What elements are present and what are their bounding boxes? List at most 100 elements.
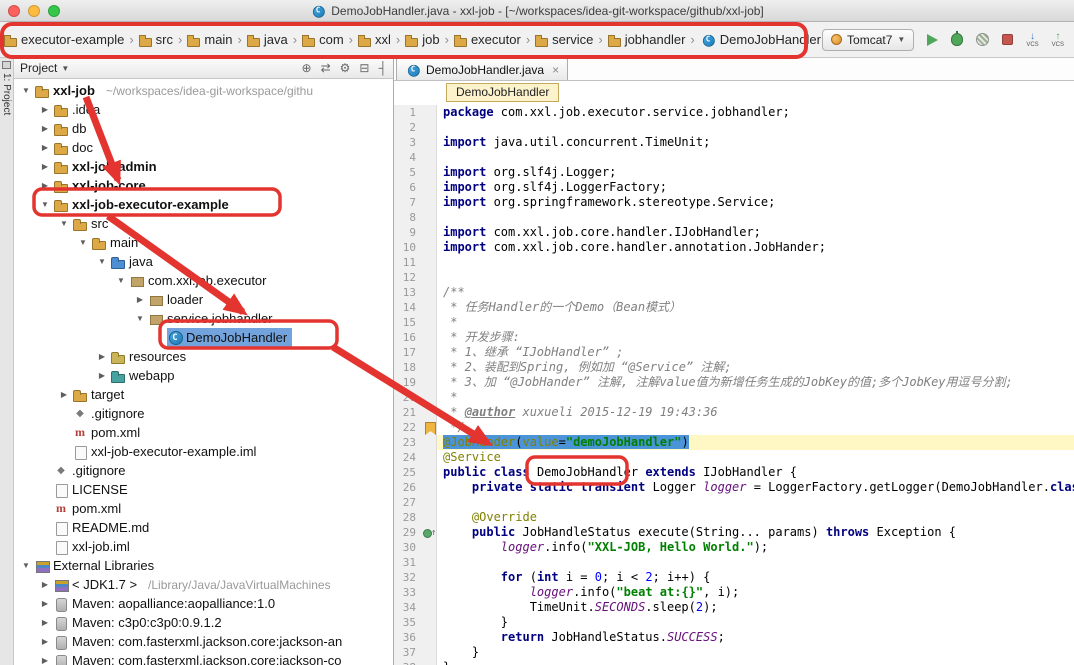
tree-item-xxl-job[interactable]: ▼xxl-job~/workspaces/idea-git-workspace/… bbox=[14, 81, 393, 100]
code-line-32[interactable]: 32 for (int i = 0; i < 2; i++) { bbox=[394, 570, 1074, 585]
tree-item-java[interactable]: ▼java bbox=[14, 252, 393, 271]
tree-toggle-icon[interactable]: ▼ bbox=[132, 314, 148, 323]
code-line-35[interactable]: 35 } bbox=[394, 615, 1074, 630]
tree-toggle-icon[interactable]: ▼ bbox=[113, 276, 129, 285]
vcs-commit-button[interactable]: ↑ VCS bbox=[1052, 32, 1064, 48]
editor-tab-demojobhandler[interactable]: DemoJobHandler.java × bbox=[396, 58, 568, 80]
code-line-24[interactable]: 24@Service bbox=[394, 450, 1074, 465]
line-number[interactable]: 17 bbox=[394, 345, 422, 360]
code-line-4[interactable]: 4 bbox=[394, 150, 1074, 165]
tree-toggle-icon[interactable]: ▶ bbox=[37, 637, 53, 646]
run-configuration-select[interactable]: Tomcat7 ▼ bbox=[822, 29, 914, 51]
stop-button[interactable] bbox=[1002, 31, 1013, 49]
tree-item-pom.xml[interactable]: pom.xml bbox=[14, 423, 393, 442]
tree-item-loader[interactable]: ▶loader bbox=[14, 290, 393, 309]
code-line-1[interactable]: 1package com.xxl.job.executor.service.jo… bbox=[394, 105, 1074, 120]
code-line-25[interactable]: 25public class DemoJobHandler extends IJ… bbox=[394, 465, 1074, 480]
code-line-26[interactable]: 26 private static transient Logger logge… bbox=[394, 480, 1074, 495]
code-line-13[interactable]: 13/** bbox=[394, 285, 1074, 300]
line-number[interactable]: 4 bbox=[394, 150, 422, 165]
code-line-3[interactable]: 3import java.util.concurrent.TimeUnit; bbox=[394, 135, 1074, 150]
collapse-all-icon[interactable]: ⊟ bbox=[359, 61, 369, 75]
project-panel-title[interactable]: Project bbox=[20, 61, 57, 75]
code-line-38[interactable]: 38} bbox=[394, 660, 1074, 665]
tree-toggle-icon[interactable]: ▶ bbox=[94, 371, 110, 380]
line-number[interactable]: 7 bbox=[394, 195, 422, 210]
vcs-update-button[interactable]: ↓ VCS bbox=[1026, 32, 1038, 48]
tree-item-jdk1.7[interactable]: ▶< JDK1.7 >/Library/Java/JavaVirtualMach… bbox=[14, 575, 393, 594]
line-number[interactable]: 6 bbox=[394, 180, 422, 195]
line-number[interactable]: 19 bbox=[394, 375, 422, 390]
code-line-18[interactable]: 18 * 2、装配到Spring, 例如加 “@Service” 注解; bbox=[394, 360, 1074, 375]
tree-item-.idea[interactable]: ▶.idea bbox=[14, 100, 393, 119]
tree-item-xxl-job-admin[interactable]: ▶xxl-job-admin bbox=[14, 157, 393, 176]
debug-button[interactable] bbox=[951, 31, 963, 49]
line-number[interactable]: 23 bbox=[394, 435, 422, 450]
chevron-down-icon[interactable]: ▼ bbox=[61, 64, 69, 73]
line-number[interactable]: 29 bbox=[394, 525, 422, 540]
tree-toggle-icon[interactable]: ▶ bbox=[37, 599, 53, 608]
scroll-to-source-icon[interactable]: ⇄ bbox=[321, 61, 331, 75]
code-line-5[interactable]: 5import org.slf4j.Logger; bbox=[394, 165, 1074, 180]
run-with-coverage-button[interactable] bbox=[976, 31, 989, 49]
tree-toggle-icon[interactable]: ▼ bbox=[56, 219, 72, 228]
line-number[interactable]: 21 bbox=[394, 405, 422, 420]
tree-toggle-icon[interactable]: ▼ bbox=[18, 561, 34, 570]
code-line-2[interactable]: 2 bbox=[394, 120, 1074, 135]
run-button[interactable] bbox=[927, 31, 938, 49]
line-number[interactable]: 5 bbox=[394, 165, 422, 180]
minimize-window-button[interactable] bbox=[28, 5, 40, 17]
tree-item-readme.md[interactable]: README.md bbox=[14, 518, 393, 537]
code-line-37[interactable]: 37 } bbox=[394, 645, 1074, 660]
close-window-button[interactable] bbox=[8, 5, 20, 17]
line-number[interactable]: 18 bbox=[394, 360, 422, 375]
tree-toggle-icon[interactable]: ▶ bbox=[37, 162, 53, 171]
code-line-10[interactable]: 10import com.xxl.job.core.handler.annota… bbox=[394, 240, 1074, 255]
tree-item-xxl-job-core[interactable]: ▶xxl-job-core bbox=[14, 176, 393, 195]
breadcrumb-item-demojobhandler[interactable]: DemoJobHandler bbox=[699, 30, 822, 50]
tree-item-com.xxl.job.executor[interactable]: ▼com.xxl.job.executor bbox=[14, 271, 393, 290]
line-number[interactable]: 8 bbox=[394, 210, 422, 225]
line-number[interactable]: 24 bbox=[394, 450, 422, 465]
tree-toggle-icon[interactable]: ▶ bbox=[56, 390, 72, 399]
line-number[interactable]: 14 bbox=[394, 300, 422, 315]
tree-item-external-libraries[interactable]: ▼External Libraries bbox=[14, 556, 393, 575]
tree-toggle-icon[interactable]: ▶ bbox=[37, 618, 53, 627]
locate-file-icon[interactable]: ⊕ bbox=[302, 61, 312, 75]
breadcrumb-item-jobhandler[interactable]: jobhandler bbox=[607, 30, 687, 49]
breadcrumb-item-executor[interactable]: executor bbox=[453, 30, 522, 49]
breadcrumb-item-java[interactable]: java bbox=[246, 30, 289, 49]
line-number[interactable]: 15 bbox=[394, 315, 422, 330]
line-number[interactable]: 10 bbox=[394, 240, 422, 255]
tree-item-main[interactable]: ▼main bbox=[14, 233, 393, 252]
line-number[interactable]: 26 bbox=[394, 480, 422, 495]
code-line-34[interactable]: 34 TimeUnit.SECONDS.sleep(2); bbox=[394, 600, 1074, 615]
editor-breadcrumb-chip[interactable]: DemoJobHandler bbox=[446, 83, 559, 102]
breadcrumb-item-xxl[interactable]: xxl bbox=[357, 30, 392, 49]
tree-toggle-icon[interactable]: ▼ bbox=[75, 238, 91, 247]
breadcrumb-item-job[interactable]: job bbox=[404, 30, 440, 49]
tree-item-xxl-job-executor-example[interactable]: ▼xxl-job-executor-example bbox=[14, 195, 393, 214]
bookmark-gutter-icon[interactable] bbox=[422, 420, 437, 435]
zoom-window-button[interactable] bbox=[48, 5, 60, 17]
code-line-31[interactable]: 31 bbox=[394, 555, 1074, 570]
line-number[interactable]: 28 bbox=[394, 510, 422, 525]
tree-toggle-icon[interactable]: ▶ bbox=[132, 295, 148, 304]
tool-window-button-project[interactable]: 1: Project bbox=[1, 73, 12, 115]
tree-toggle-icon[interactable]: ▶ bbox=[37, 105, 53, 114]
tree-item-doc[interactable]: ▶doc bbox=[14, 138, 393, 157]
tree-toggle-icon[interactable]: ▼ bbox=[94, 257, 110, 266]
breadcrumb-item-main[interactable]: main bbox=[186, 30, 233, 49]
code-line-9[interactable]: 9import com.xxl.job.core.handler.IJobHan… bbox=[394, 225, 1074, 240]
tree-item-maven-aopalliance-aopalliance-1.0[interactable]: ▶Maven: aopalliance:aopalliance:1.0 bbox=[14, 594, 393, 613]
tree-item-maven-c3p0-c3p0-0.9.1.2[interactable]: ▶Maven: c3p0:c3p0:0.9.1.2 bbox=[14, 613, 393, 632]
line-number[interactable]: 37 bbox=[394, 645, 422, 660]
tree-item-license[interactable]: LICENSE bbox=[14, 480, 393, 499]
tree-toggle-icon[interactable]: ▶ bbox=[94, 352, 110, 361]
code-line-7[interactable]: 7import org.springframework.stereotype.S… bbox=[394, 195, 1074, 210]
line-number[interactable]: 33 bbox=[394, 585, 422, 600]
tree-item-resources[interactable]: ▶resources bbox=[14, 347, 393, 366]
line-number[interactable]: 22 bbox=[394, 420, 422, 435]
tree-toggle-icon[interactable]: ▶ bbox=[37, 143, 53, 152]
tree-item-demojobhandler[interactable]: DemoJobHandler bbox=[14, 328, 393, 347]
